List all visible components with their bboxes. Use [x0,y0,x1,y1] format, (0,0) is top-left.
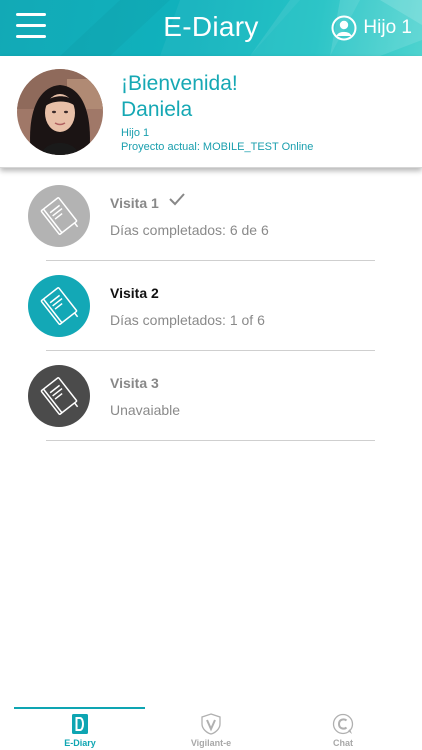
bottom-tab-bar: E-Diary Vigilant-e Chat [0,706,422,750]
tab-chat[interactable]: Chat [273,706,413,750]
current-user-name: Hijo 1 [363,17,412,38]
vigilant-icon [201,713,221,735]
diary-icon [72,714,88,734]
current-project: Proyecto actual: MOBILE_TEST Online [121,141,314,153]
avatar-image [17,69,103,155]
tab-vigilant-label: Vigilant-e [190,738,232,748]
app-bar: E-Diary Hijo 1 [0,0,422,56]
avatar [17,69,103,155]
visit-2-badge [28,275,90,337]
visit-1-title: Visita 1 [110,195,159,211]
diary-book-icon [40,197,79,235]
tab-ediary[interactable]: E-Diary [10,706,150,750]
user-switch-button[interactable]: Hijo 1 [331,14,412,42]
child-label: Hijo 1 [121,127,150,139]
visit-1-badge [28,185,90,247]
visit-3-status: Unavaiable [110,402,181,418]
welcome-text: ¡Bienvenida! [121,72,238,95]
visit-1-progress: Días completados: 6 de 6 [110,222,269,238]
visit-3-badge [28,365,90,427]
completed-check-icon [169,193,185,206]
visit-item-2[interactable]: Visita 2 Días completados: 1 of 6 [0,264,422,354]
user-icon [331,15,357,41]
diary-book-icon [40,287,79,325]
diary-book-icon [40,377,79,415]
tab-ediary-label: E-Diary [64,738,96,748]
divider [46,350,375,351]
visit-item-1[interactable]: Visita 1 Días completados: 6 de 6 [0,174,422,264]
visit-3-title: Visita 3 [110,375,159,391]
user-name: Daniela [121,98,193,121]
visit-2-title: Visita 2 [110,285,159,301]
divider [46,440,375,441]
divider [46,260,375,261]
chat-icon [332,713,354,735]
tab-vigilant[interactable]: Vigilant-e [141,706,281,750]
visit-item-3[interactable]: Visita 3 Unavaiable [0,354,422,444]
tab-chat-label: Chat [333,738,353,748]
profile-card: ¡Bienvenida! Daniela Hijo 1 Proyecto act… [0,56,422,168]
visit-2-progress: Días completados: 1 of 6 [110,312,265,328]
